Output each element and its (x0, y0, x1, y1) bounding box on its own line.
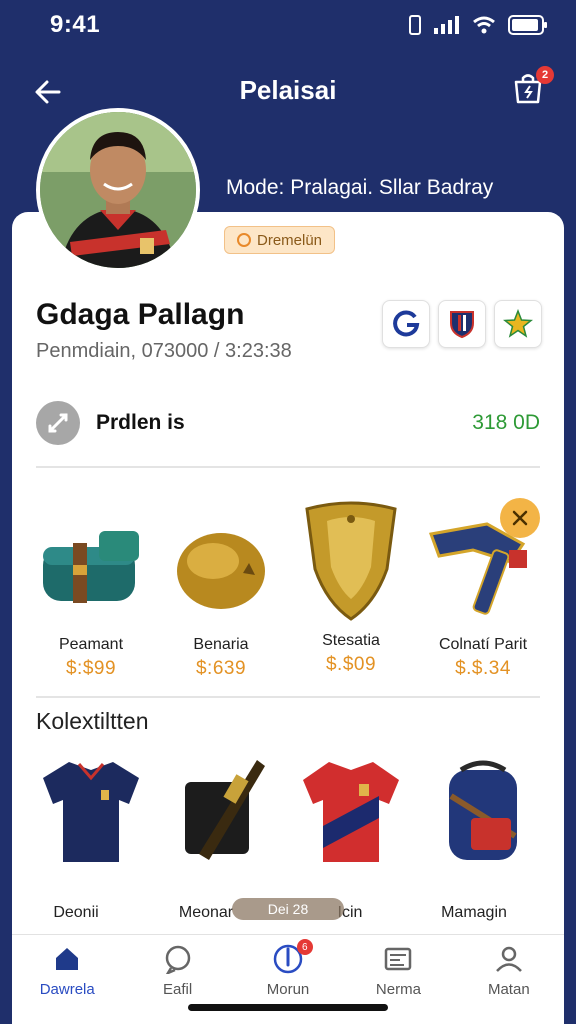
avatar[interactable] (36, 108, 200, 272)
bedroll-icon (43, 531, 139, 603)
favorite-button[interactable] (494, 300, 542, 348)
collection-item-label: Deonii (53, 904, 99, 921)
notification-badge: 2 (536, 66, 554, 84)
divider (36, 696, 540, 698)
nav-label: Matan (487, 981, 530, 998)
points-icon (36, 401, 80, 445)
item-price: $:$99 (65, 658, 117, 679)
item-price: $.$.34 (455, 658, 511, 679)
vibrate-icon (409, 15, 421, 35)
item-name: Peamant (58, 636, 124, 653)
backpack-icon (449, 760, 517, 860)
profile-icon (495, 946, 522, 972)
dismiss-button[interactable] (500, 498, 540, 538)
profile-name: Gdaga Pallagn (36, 298, 245, 331)
battery-icon (508, 15, 547, 35)
nav-item-profile[interactable]: Matan (454, 935, 564, 1024)
arrow-left-icon (35, 80, 61, 104)
circle-icon (237, 233, 251, 247)
collection-item[interactable] (418, 746, 548, 876)
shop-item[interactable]: Peamant $:$99 (26, 500, 156, 680)
collection-item[interactable] (286, 746, 416, 876)
g-logo-button[interactable] (382, 300, 430, 348)
nav-item-home[interactable]: Dawrela (12, 935, 122, 1024)
list-icon (385, 947, 412, 971)
toast: Dei 28 (232, 898, 344, 920)
profile-meta: Penmdiain, 073000 / 3:23:38 (36, 340, 292, 362)
page-title: Pelaisai (239, 74, 337, 105)
shop-item[interactable]: Benaria $:639 (156, 500, 286, 680)
divider (36, 466, 540, 468)
section-title: Kolextiltten (36, 708, 149, 734)
points-value: 318 0D (472, 411, 540, 434)
wifi-icon (473, 16, 495, 34)
status-bar: 9:41 (0, 0, 576, 50)
profile-subtitle: Mode: Pralagai. Sllar Badray (226, 176, 494, 199)
item-price: $.$09 (325, 654, 377, 675)
helmet-icon (177, 533, 265, 609)
home-icon (56, 948, 79, 970)
close-icon (512, 510, 528, 526)
status-time: 9:41 (50, 11, 101, 38)
app-header: Pelaisai 2 (0, 60, 576, 120)
nav-label: Morun (266, 981, 310, 998)
home-indicator[interactable] (188, 1004, 388, 1011)
navy-jersey-icon (43, 762, 139, 862)
notifications-button[interactable]: 2 (510, 66, 554, 110)
club-crest-button[interactable] (438, 300, 486, 348)
player-portrait-icon (40, 112, 196, 268)
nav-label: Dawrela (39, 981, 95, 998)
club-crest-icon (450, 311, 474, 339)
item-name: Colnatí Parit (438, 636, 528, 653)
item-name: Stesatia (322, 632, 380, 649)
tools-icon (48, 413, 68, 433)
collection-item[interactable] (26, 746, 156, 876)
back-button[interactable] (30, 74, 66, 110)
collection-item-label: Mamagin (441, 904, 507, 921)
status-badge-label: Dremelün (257, 231, 323, 249)
signal-icon (434, 16, 459, 34)
status-icons (408, 15, 548, 35)
item-name: Benaria (193, 636, 249, 653)
shop-item[interactable]: Stesatia $.$09 (286, 496, 416, 676)
status-badge: Dremelün (224, 226, 336, 254)
nav-badge: 6 (296, 939, 313, 955)
points-label: Prdlen is (96, 411, 185, 434)
shoulder-bag-icon (185, 760, 265, 860)
item-price: $:639 (195, 658, 247, 679)
nav-label: Nerma (375, 981, 421, 998)
collection-item[interactable] (156, 746, 286, 876)
chat-icon (165, 945, 190, 974)
star-icon (503, 309, 533, 338)
red-jersey-icon (303, 762, 399, 862)
points-row[interactable]: Prdlen is 318 0D (36, 398, 540, 448)
shield-icon (305, 501, 397, 621)
nav-label: Eafil (163, 981, 193, 998)
g-logo-icon (393, 310, 420, 337)
